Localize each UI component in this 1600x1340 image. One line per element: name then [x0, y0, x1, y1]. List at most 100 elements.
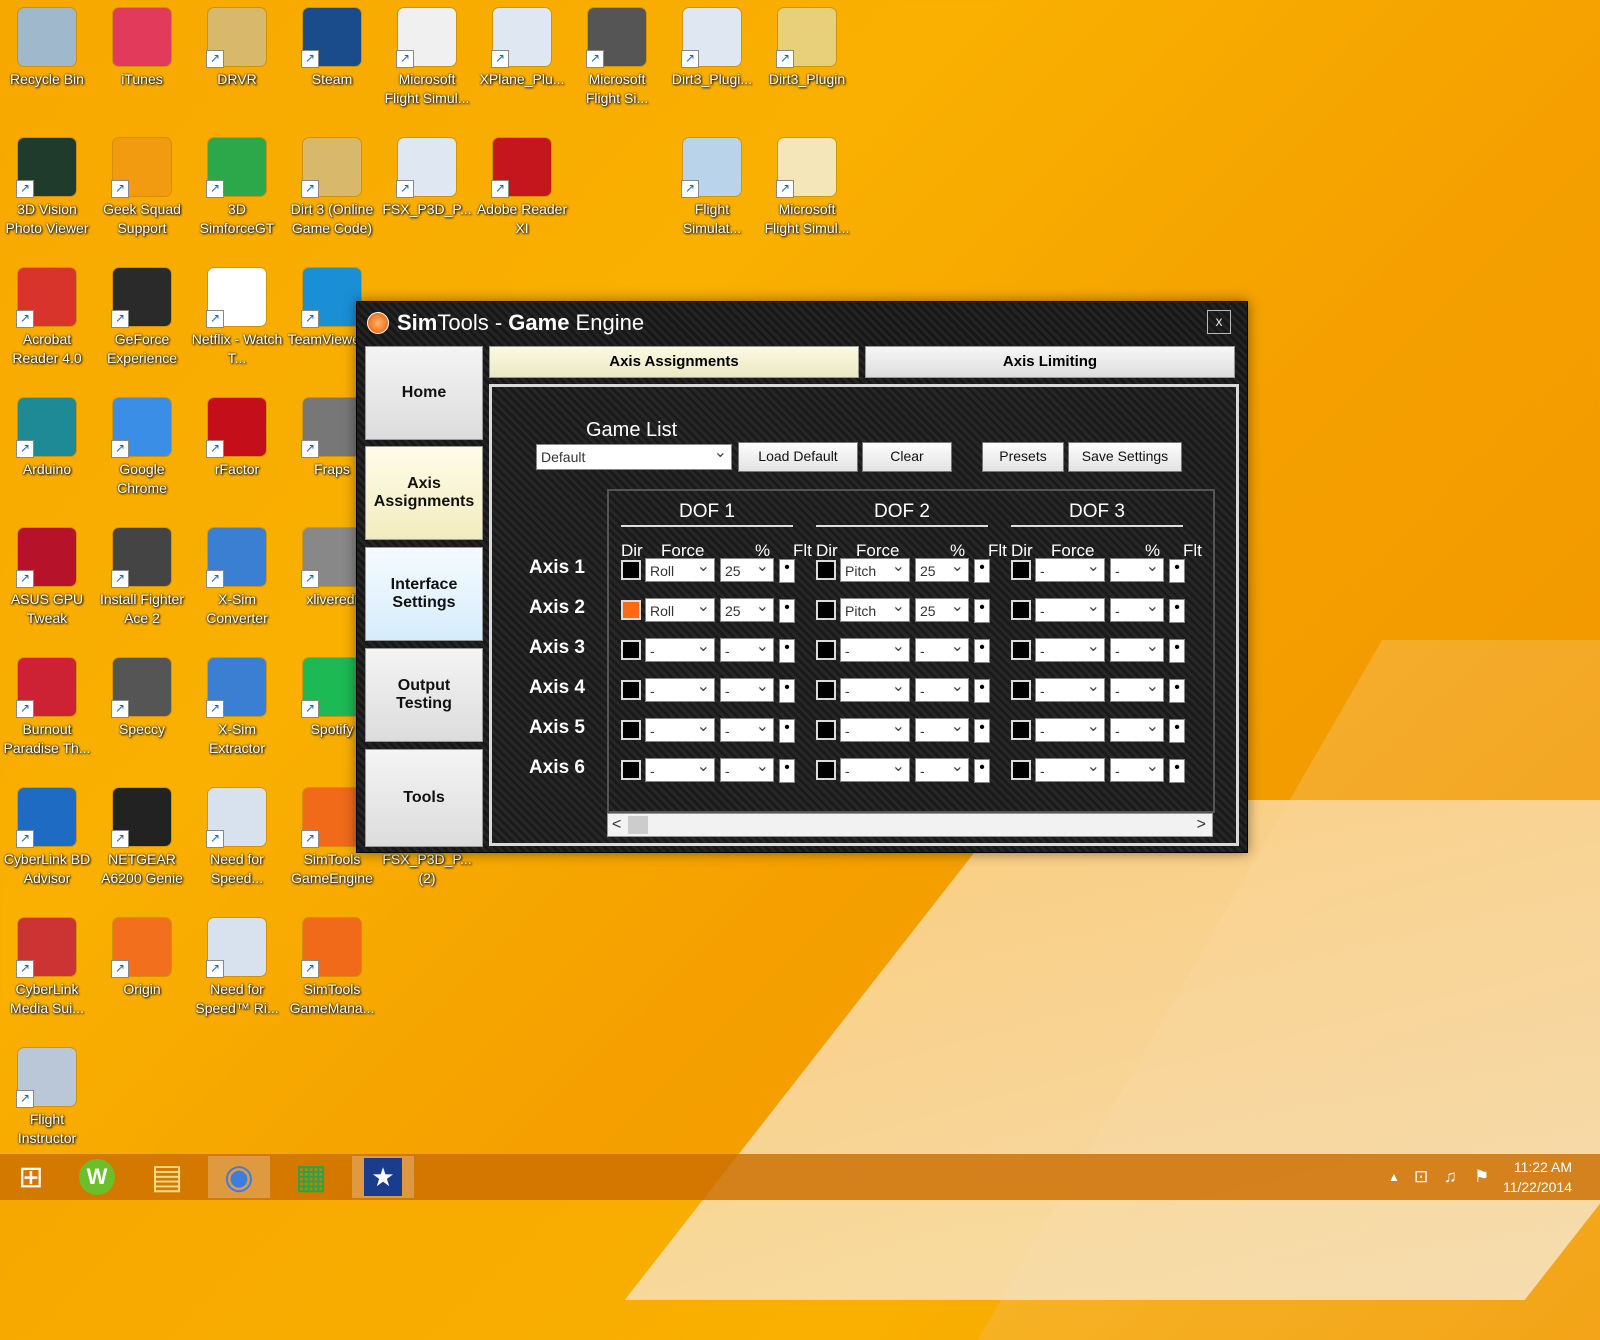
filter-button[interactable]: •: [779, 759, 795, 783]
force-select[interactable]: -: [1035, 555, 1105, 582]
sidebar-interface-settings-button[interactable]: Interface Settings: [365, 547, 483, 641]
desktop-icon-origin[interactable]: ↗ Origin: [95, 912, 189, 999]
dir-checkbox[interactable]: [1011, 760, 1031, 780]
dir-checkbox[interactable]: [816, 760, 836, 780]
start-button[interactable]: ⊞: [0, 1156, 62, 1198]
tray-overflow-icon[interactable]: ▲: [1388, 1170, 1400, 1184]
scroll-thumb[interactable]: [628, 816, 648, 834]
filter-button[interactable]: •: [1169, 679, 1185, 703]
filter-button[interactable]: •: [1169, 759, 1185, 783]
taskbar-chrome[interactable]: ◉: [208, 1156, 270, 1198]
desktop-icon-google-chrome[interactable]: ↗ Google Chrome: [95, 392, 189, 498]
percent-select[interactable]: -: [1110, 595, 1164, 622]
desktop-icon-3d-simforcegt[interactable]: ↗ 3D SimforceGT: [190, 132, 284, 238]
percent-select[interactable]: -: [720, 755, 774, 782]
desktop-icon-microsoft-flight-simul[interactable]: ↗ Microsoft Flight Simul...: [380, 2, 474, 108]
filter-button[interactable]: •: [1169, 719, 1185, 743]
desktop-icon-flight-simulat[interactable]: ↗ Flight Simulat...: [665, 132, 759, 238]
dir-checkbox[interactable]: [621, 720, 641, 740]
desktop-icon-x-sim-converter[interactable]: ↗ X-Sim Converter: [190, 522, 284, 628]
desktop-icon-burnout-paradise-th[interactable]: ↗ Burnout Paradise Th...: [0, 652, 94, 758]
desktop-icon-xplane-plu[interactable]: ↗ XPlane_Plu...: [475, 2, 569, 89]
desktop-icon-cyberlink-media-sui[interactable]: ↗ CyberLink Media Sui...: [0, 912, 94, 1018]
desktop-icon-steam[interactable]: ↗ Steam: [285, 2, 379, 89]
percent-select[interactable]: -: [1110, 555, 1164, 582]
desktop-icon-acrobat-reader-4-0[interactable]: ↗ Acrobat Reader 4.0: [0, 262, 94, 368]
taskbar-x-sim[interactable]: ★: [352, 1156, 414, 1198]
filter-button[interactable]: •: [974, 759, 990, 783]
force-select[interactable]: Pitch: [840, 595, 910, 622]
filter-button[interactable]: •: [1169, 559, 1185, 583]
clear-button[interactable]: Clear: [862, 442, 952, 472]
filter-button[interactable]: •: [974, 559, 990, 583]
dir-checkbox[interactable]: [816, 600, 836, 620]
clock[interactable]: 11:22 AM 11/22/2014: [1503, 1157, 1572, 1197]
dir-checkbox[interactable]: [816, 560, 836, 580]
force-select[interactable]: -: [645, 635, 715, 662]
tab-axis-assignments[interactable]: Axis Assignments: [489, 346, 859, 378]
desktop-icon-itunes[interactable]: iTunes: [95, 2, 189, 89]
sidebar-home-button[interactable]: Home: [365, 346, 483, 440]
dir-checkbox[interactable]: [816, 680, 836, 700]
percent-select[interactable]: -: [1110, 755, 1164, 782]
filter-button[interactable]: •: [779, 679, 795, 703]
percent-select[interactable]: 25: [915, 555, 969, 582]
desktop-icon-adobe-reader-xi[interactable]: ↗ Adobe Reader XI: [475, 132, 569, 238]
percent-select[interactable]: -: [720, 675, 774, 702]
dir-checkbox[interactable]: [816, 720, 836, 740]
force-select[interactable]: -: [1035, 595, 1105, 622]
network-icon[interactable]: ⊡: [1414, 1167, 1428, 1187]
taskbar-w-app[interactable]: W: [66, 1156, 128, 1198]
tab-axis-limiting[interactable]: Axis Limiting: [865, 346, 1235, 378]
filter-button[interactable]: •: [1169, 639, 1185, 663]
action-center-flag-icon[interactable]: ⚑: [1474, 1167, 1489, 1187]
filter-button[interactable]: •: [779, 639, 795, 663]
force-select[interactable]: -: [840, 715, 910, 742]
force-select[interactable]: -: [1035, 675, 1105, 702]
desktop-icon-rfactor[interactable]: ↗ rFactor: [190, 392, 284, 479]
desktop-icon-netgear-a6200-genie[interactable]: ↗ NETGEAR A6200 Genie: [95, 782, 189, 888]
dir-checkbox[interactable]: [816, 640, 836, 660]
percent-select[interactable]: -: [1110, 675, 1164, 702]
dir-checkbox[interactable]: [1011, 560, 1031, 580]
sidebar-tools-button[interactable]: Tools: [365, 749, 483, 847]
desktop-icon-3d-vision-photo-viewer[interactable]: ↗ 3D Vision Photo Viewer: [0, 132, 94, 238]
desktop-icon-dirt-3-online-game-code[interactable]: ↗ Dirt 3 (Online Game Code): [285, 132, 379, 238]
desktop-icon-dirt3-plugi[interactable]: ↗ Dirt3_Plugi...: [665, 2, 759, 89]
filter-button[interactable]: •: [779, 559, 795, 583]
load-default-button[interactable]: Load Default: [738, 442, 858, 472]
filter-button[interactable]: •: [974, 719, 990, 743]
scroll-right-icon[interactable]: >: [1197, 814, 1206, 836]
dir-checkbox[interactable]: [1011, 600, 1031, 620]
force-select[interactable]: -: [840, 635, 910, 662]
horizontal-scrollbar[interactable]: < >: [607, 813, 1213, 837]
force-select[interactable]: -: [645, 755, 715, 782]
percent-select[interactable]: -: [915, 675, 969, 702]
desktop-icon-simtools-gamemana[interactable]: ↗ SimTools GameMana...: [285, 912, 379, 1018]
percent-select[interactable]: -: [915, 755, 969, 782]
filter-button[interactable]: •: [779, 599, 795, 623]
filter-button[interactable]: •: [974, 639, 990, 663]
close-button[interactable]: x: [1207, 310, 1231, 334]
desktop-icon-need-for-speed-ri[interactable]: ↗ Need for Speed™ Ri...: [190, 912, 284, 1018]
desktop-icon-dirt3-plugin[interactable]: ↗ Dirt3_Plugin: [760, 2, 854, 89]
desktop-icon-speccy[interactable]: ↗ Speccy: [95, 652, 189, 739]
dir-checkbox[interactable]: [1011, 720, 1031, 740]
taskbar-store[interactable]: ▦: [280, 1156, 342, 1198]
desktop-icon-microsoft-flight-si[interactable]: ↗ Microsoft Flight Si...: [570, 2, 664, 108]
filter-button[interactable]: •: [974, 679, 990, 703]
desktop-icon-drvr[interactable]: ↗ DRVR: [190, 2, 284, 89]
force-select[interactable]: Pitch: [840, 555, 910, 582]
taskbar-file-explorer[interactable]: ▤: [136, 1156, 198, 1198]
filter-button[interactable]: •: [974, 599, 990, 623]
filter-button[interactable]: •: [1169, 599, 1185, 623]
force-select[interactable]: -: [1035, 635, 1105, 662]
percent-select[interactable]: -: [720, 715, 774, 742]
sidebar-output-testing-button[interactable]: Output Testing: [365, 648, 483, 742]
percent-select[interactable]: 25: [720, 595, 774, 622]
dir-checkbox[interactable]: [1011, 640, 1031, 660]
force-select[interactable]: -: [1035, 715, 1105, 742]
desktop-icon-x-sim-extractor[interactable]: ↗ X-Sim Extractor: [190, 652, 284, 758]
filter-button[interactable]: •: [779, 719, 795, 743]
percent-select[interactable]: -: [720, 635, 774, 662]
